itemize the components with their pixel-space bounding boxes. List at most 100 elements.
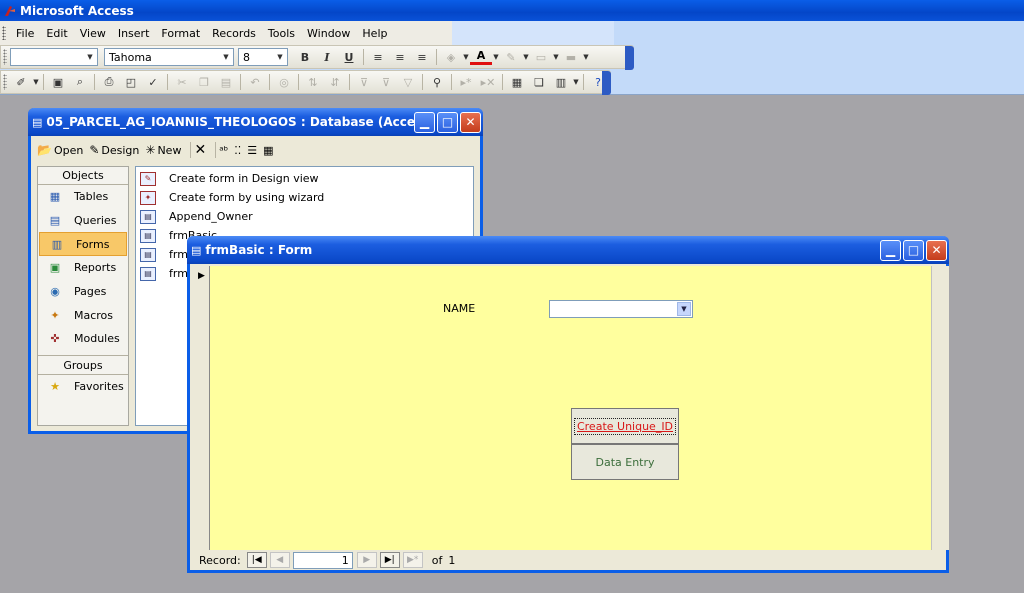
menu-tools[interactable]: Tools [262,27,301,40]
align-center-icon[interactable]: ≡ [389,47,411,67]
paste-icon[interactable]: ▤ [215,72,237,92]
sort-descending-icon[interactable]: ⇵ [324,72,346,92]
chevron-down-icon[interactable]: ▼ [552,53,560,61]
bold-button[interactable]: B [294,47,316,67]
properties-icon[interactable]: ▦ [506,72,528,92]
line-color-icon[interactable]: ✎ [500,47,522,67]
new-object-icon[interactable]: ▥ [550,72,572,92]
small-icons-button[interactable]: ⁚⁚ [234,144,241,157]
print-preview-icon[interactable]: ◰ [120,72,142,92]
copy-icon[interactable]: ❐ [193,72,215,92]
chevron-down-icon[interactable]: ▼ [84,50,96,64]
toolbar-options-icon[interactable] [625,46,634,70]
object-combo[interactable]: ▼ [10,48,98,66]
open-button[interactable]: 📂 Open [37,143,83,157]
save-icon[interactable]: ▣ [47,72,69,92]
underline-button[interactable]: U [338,47,360,67]
record-number-input[interactable]: 1 [292,551,353,569]
chevron-down-icon[interactable]: ▼ [32,78,40,86]
previous-record-button[interactable]: ◀ [269,552,290,568]
sort-ascending-icon[interactable]: ⇅ [302,72,324,92]
details-view-button[interactable]: ▦ [263,144,273,157]
object-reports[interactable]: ▣ Reports [38,256,128,280]
filter-by-form-icon[interactable]: ⊽ [375,72,397,92]
design-button[interactable]: ✎ Design [89,143,139,157]
name-combo[interactable]: ▼ [549,300,693,318]
close-button[interactable]: ✕ [926,239,947,261]
chevron-down-icon[interactable]: ▼ [572,78,580,86]
toolbar-grip-icon[interactable] [3,74,7,90]
menu-help[interactable]: Help [356,27,393,40]
toolbar-options-icon[interactable] [602,71,611,95]
chevron-down-icon[interactable]: ▼ [274,50,286,64]
vertical-scrollbar[interactable] [931,266,949,550]
new-button[interactable]: ✳ New [145,143,181,157]
line-width-icon[interactable]: ▭ [530,47,552,67]
menu-format[interactable]: Format [155,27,206,40]
menu-insert[interactable]: Insert [112,27,156,40]
last-record-button[interactable]: ▶| [379,552,400,568]
minimize-button[interactable]: ▁ [414,111,435,133]
list-item[interactable]: ✦ Create form by using wizard [136,188,473,207]
font-combo[interactable]: Tahoma ▼ [104,48,234,66]
menu-window[interactable]: Window [301,27,356,40]
chevron-down-icon[interactable]: ▼ [492,53,500,61]
font-color-icon[interactable]: A [470,49,492,65]
menu-file[interactable]: File [10,27,40,40]
menu-edit[interactable]: Edit [40,27,73,40]
large-icons-button[interactable]: ᵃᵇ [219,144,228,157]
find-icon[interactable]: ⚲ [426,72,448,92]
new-record-button[interactable]: ▶* [402,552,423,568]
chevron-down-icon[interactable]: ▼ [677,302,691,316]
minimize-button[interactable]: ▁ [880,239,901,261]
objects-header[interactable]: Objects [38,167,128,185]
special-effect-icon[interactable]: ▬ [560,47,582,67]
object-modules[interactable]: ✜ Modules [38,327,128,351]
chevron-down-icon[interactable]: ▼ [220,50,232,64]
file-search-icon[interactable]: ⌕ [69,72,91,92]
menu-view[interactable]: View [74,27,112,40]
data-entry-button[interactable]: Data Entry [571,444,679,480]
database-window-title-bar[interactable]: ▤ 05_PARCEL_AG_IOANNIS_THEOLOGOS : Datab… [28,108,483,136]
filter-by-selection-icon[interactable]: ⊽ [353,72,375,92]
group-favorites[interactable]: ★ Favorites [38,375,128,399]
align-left-icon[interactable]: ≡ [367,47,389,67]
list-view-button[interactable]: ☰ [247,144,257,157]
next-record-button[interactable]: ▶ [356,552,377,568]
maximize-button[interactable]: □ [437,111,458,133]
chevron-down-icon[interactable]: ▼ [582,53,590,61]
first-record-button[interactable]: |◀ [246,552,267,568]
office-links-icon[interactable]: ◎ [273,72,295,92]
object-forms[interactable]: ▥ Forms [39,232,127,257]
undo-icon[interactable]: ↶ [244,72,266,92]
groups-header[interactable]: Groups [38,354,128,375]
print-icon[interactable]: ⎙ [98,72,120,92]
delete-record-icon[interactable]: ▸✕ [477,72,499,92]
delete-button[interactable]: ✕ [194,142,206,158]
new-record-icon[interactable]: ▸* [455,72,477,92]
list-item[interactable]: ✎ Create form in Design view [136,169,473,188]
object-macros[interactable]: ✦ Macros [38,303,128,327]
object-tables[interactable]: ▦ Tables [38,185,128,209]
form-window-title-bar[interactable]: ▤ frmBasic : Form ▁ □ ✕ [187,236,949,264]
maximize-button[interactable]: □ [903,239,924,261]
record-selector[interactable]: ▶ [193,266,210,550]
object-queries[interactable]: ▤ Queries [38,209,128,233]
view-icon[interactable]: ✐ [10,72,32,92]
create-unique-id-button[interactable]: Create Unique_ID [571,408,679,444]
fill-color-icon[interactable]: ◈ [440,47,462,67]
menu-grip-icon[interactable] [2,26,6,40]
align-right-icon[interactable]: ≡ [411,47,433,67]
list-item[interactable]: ▤ Append_Owner [136,207,473,226]
chevron-down-icon[interactable]: ▼ [462,53,470,61]
object-pages[interactable]: ◉ Pages [38,280,128,304]
toolbar-grip-icon[interactable] [3,49,7,65]
apply-filter-icon[interactable]: ▽ [397,72,419,92]
chevron-down-icon[interactable]: ▼ [522,53,530,61]
close-button[interactable]: ✕ [460,111,481,133]
database-window-icon[interactable]: ❏ [528,72,550,92]
spelling-icon[interactable]: ✓ [142,72,164,92]
cut-icon[interactable]: ✂ [171,72,193,92]
italic-button[interactable]: I [316,47,338,67]
menu-records[interactable]: Records [206,27,262,40]
